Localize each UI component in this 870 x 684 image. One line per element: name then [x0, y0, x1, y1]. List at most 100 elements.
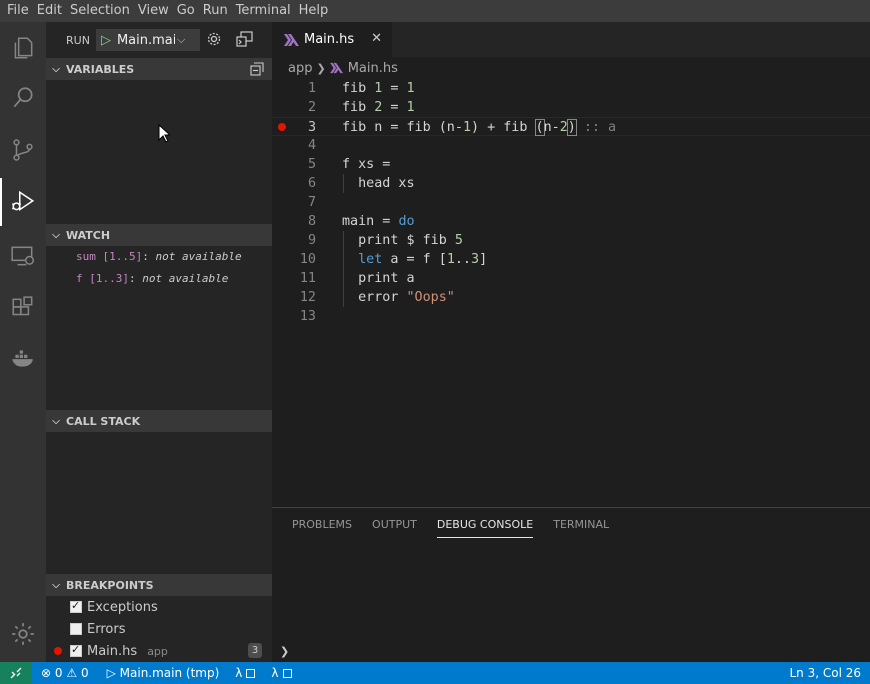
debug-sidebar: RUN ▷ Main.main ⌵ ⌵ VARIABLES ⌵ WATCH su… — [46, 22, 272, 662]
remote-indicator[interactable] — [0, 662, 32, 684]
search-icon[interactable] — [0, 74, 46, 122]
breakpoint-dot-icon — [54, 647, 62, 655]
extensions-icon[interactable] — [0, 284, 46, 332]
main-hs-checkbox[interactable] — [70, 643, 82, 657]
watch-section-header[interactable]: ⌵ WATCH — [46, 224, 272, 246]
haskell-status-2[interactable]: λ — [271, 666, 292, 680]
code-line: 4 — [307, 138, 316, 153]
menu-bar: File Edit Selection View Go Run Terminal… — [0, 0, 870, 22]
breakpoint-errors[interactable]: Errors — [46, 618, 272, 640]
haskell-file-icon — [329, 62, 343, 74]
code-line: 10 let a = f [1..3] — [299, 252, 488, 267]
menu-view[interactable]: View — [134, 0, 173, 22]
open-launch-json-icon[interactable] — [206, 31, 222, 47]
chevron-down-icon: ⌵ — [176, 33, 186, 46]
breakpoint-count-badge: 3 — [248, 643, 262, 658]
editor-tabs: Main.hs ✕ — [272, 22, 870, 57]
error-icon: ⊗ — [41, 666, 52, 680]
tab-output[interactable]: OUTPUT — [372, 518, 417, 538]
chevron-down-icon: ⌵ — [52, 579, 60, 591]
code-line: 9 print $ fib 5 — [307, 233, 463, 248]
square-icon — [282, 668, 292, 678]
debug-console-icon[interactable] — [236, 31, 254, 47]
code-line: 1 fib 1 = 1 — [307, 81, 415, 96]
run-label: RUN — [66, 33, 90, 47]
tab-label: Main.hs — [304, 32, 355, 47]
watch-value: not available — [142, 272, 229, 285]
watch-value: not available — [155, 250, 242, 263]
chevron-down-icon: ⌵ — [52, 63, 60, 75]
variables-title: VARIABLES — [66, 62, 135, 76]
run-debug-icon[interactable] — [0, 178, 46, 226]
breakpoint-label: Exceptions — [87, 599, 158, 615]
activity-bar — [0, 22, 46, 662]
variables-section-header[interactable]: ⌵ VARIABLES — [46, 58, 272, 80]
breakpoint-main-hs[interactable]: Main.hs app 3 — [46, 640, 272, 662]
remote-explorer-icon[interactable] — [0, 232, 46, 280]
collapse-all-icon[interactable] — [250, 62, 264, 76]
debug-launch-status[interactable]: ▷ Main.main (tmp) — [107, 666, 220, 680]
tab-problems[interactable]: PROBLEMS — [292, 518, 352, 538]
debug-console-input[interactable]: ❯ — [280, 645, 289, 658]
menu-file[interactable]: File — [3, 0, 33, 22]
watch-expression: f [1..3] — [76, 272, 129, 285]
start-debug-icon[interactable]: ▷ — [101, 33, 111, 48]
breakpoints-section-header[interactable]: ⌵ BREAKPOINTS — [46, 574, 272, 596]
breakpoint-folder: app — [147, 644, 168, 658]
menu-selection[interactable]: Selection — [66, 0, 134, 22]
warning-icon: ⚠ — [66, 666, 78, 680]
tab-terminal[interactable]: TERMINAL — [553, 518, 609, 538]
breakpoints-title: BREAKPOINTS — [66, 578, 154, 592]
chevron-down-icon: ⌵ — [52, 229, 60, 241]
status-bar: ⊗ 0 ⚠ 0 ▷ Main.main (tmp) λ λ Ln 3, Col … — [0, 662, 870, 684]
code-line: 6 head xs — [307, 176, 415, 191]
cursor-position[interactable]: Ln 3, Col 26 — [789, 662, 861, 684]
source-control-icon[interactable] — [0, 126, 46, 174]
code-editor[interactable]: 1 fib 1 = 1 2 fib 2 = 1 3 fib n = fib (n… — [272, 79, 870, 507]
breadcrumb-folder[interactable]: app — [288, 61, 312, 76]
haskell-status-1[interactable]: λ — [235, 666, 256, 680]
square-icon — [246, 668, 256, 678]
menu-run[interactable]: Run — [199, 0, 232, 22]
panel-tabs: PROBLEMS OUTPUT DEBUG CONSOLE TERMINAL — [292, 518, 629, 538]
chevron-down-icon: ⌵ — [52, 415, 60, 427]
docker-icon[interactable] — [0, 334, 46, 382]
exceptions-checkbox[interactable] — [70, 599, 82, 613]
menu-help[interactable]: Help — [295, 0, 333, 22]
chevron-right-icon: ❯ — [316, 61, 326, 75]
explorer-icon[interactable] — [0, 24, 46, 72]
breakpoint-label: Main.hs — [87, 643, 138, 659]
code-line: 12 error "Oops" — [299, 290, 455, 305]
menu-terminal[interactable]: Terminal — [232, 0, 295, 22]
breakpoint-exceptions[interactable]: Exceptions — [46, 596, 272, 618]
code-line: 5 f xs = — [307, 157, 391, 172]
close-icon[interactable]: ✕ — [371, 31, 382, 46]
code-line: 11 print a — [299, 271, 415, 286]
remote-icon — [10, 667, 22, 679]
code-line: 2 fib 2 = 1 — [307, 100, 415, 115]
watch-item[interactable]: sum [1..5]: not available — [76, 250, 242, 263]
tab-debug-console[interactable]: DEBUG CONSOLE — [436, 518, 534, 538]
problems-status[interactable]: ⊗ 0 ⚠ 0 — [41, 666, 89, 680]
code-line: 13 — [299, 309, 316, 324]
call-stack-section-header[interactable]: ⌵ CALL STACK — [46, 410, 272, 432]
watch-expression: sum [1..5] — [76, 250, 143, 263]
call-stack-title: CALL STACK — [66, 414, 141, 428]
launch-config-select[interactable]: ▷ Main.main ⌵ — [95, 29, 200, 51]
errors-checkbox[interactable] — [70, 623, 82, 635]
code-line: 8 main = do — [307, 214, 415, 229]
run-toolbar: RUN ▷ Main.main ⌵ — [46, 22, 272, 58]
launch-config-name: Main.main — [116, 32, 175, 48]
code-line-current: 3 fib n = fib (n-1) + fib (n-2) :: a — [272, 117, 870, 136]
breakpoint-label: Errors — [87, 621, 126, 637]
menu-go[interactable]: Go — [173, 0, 199, 22]
menu-edit[interactable]: Edit — [33, 0, 66, 22]
breadcrumb: app ❯ Main.hs — [272, 57, 870, 79]
breadcrumb-file[interactable]: Main.hs — [348, 61, 398, 76]
play-icon: ▷ — [106, 666, 116, 680]
active-indicator — [0, 178, 2, 226]
bottom-panel: PROBLEMS OUTPUT DEBUG CONSOLE TERMINAL ❯ — [272, 507, 870, 662]
watch-item[interactable]: f [1..3]: not available — [76, 272, 228, 285]
manage-gear-icon[interactable] — [0, 610, 46, 658]
tab-main-hs[interactable]: Main.hs ✕ — [272, 22, 392, 57]
